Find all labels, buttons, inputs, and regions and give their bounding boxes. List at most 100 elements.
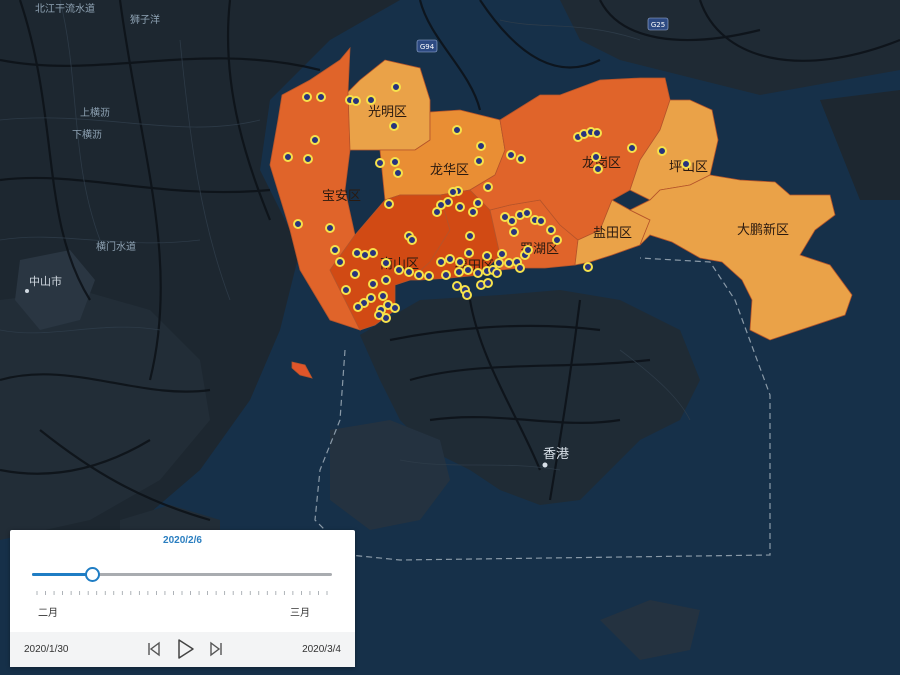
case-point[interactable] — [473, 268, 483, 278]
case-point[interactable] — [593, 164, 603, 174]
timeline-ticks — [36, 591, 328, 595]
case-point[interactable] — [389, 121, 399, 131]
timeline-month-mar: 三月 — [290, 608, 310, 619]
case-point[interactable] — [330, 245, 340, 255]
case-point[interactable] — [375, 158, 385, 168]
case-point[interactable] — [353, 302, 363, 312]
case-point[interactable] — [350, 269, 360, 279]
case-point[interactable] — [351, 96, 361, 106]
case-point[interactable] — [316, 92, 326, 102]
step-back-icon — [148, 641, 160, 657]
timeline-handle[interactable] — [85, 567, 100, 582]
case-point[interactable] — [476, 141, 486, 151]
label-shiziyang: 狮子洋 — [130, 13, 160, 26]
case-point[interactable] — [483, 182, 493, 192]
step-back-button[interactable] — [142, 638, 164, 660]
timeline-month-feb: 二月 — [38, 608, 58, 619]
play-button[interactable] — [174, 638, 196, 660]
case-point[interactable] — [492, 268, 502, 278]
case-point[interactable] — [366, 95, 376, 105]
case-point[interactable] — [657, 146, 667, 156]
case-point[interactable] — [414, 270, 424, 280]
label-beijiang: 北江干流水道 — [35, 2, 95, 15]
timeline-end-date: 2020/3/4 — [302, 644, 341, 655]
timeline-footer: 2020/1/30 2020/3/4 — [10, 632, 355, 667]
shield-g94-icon: G94 — [416, 39, 438, 53]
case-point[interactable] — [341, 285, 351, 295]
case-point[interactable] — [483, 278, 493, 288]
case-point[interactable] — [463, 265, 473, 275]
case-point[interactable] — [462, 290, 472, 300]
shield-g94-label: G94 — [420, 43, 435, 51]
case-point[interactable] — [310, 135, 320, 145]
case-point[interactable] — [455, 257, 465, 267]
case-point[interactable] — [360, 250, 370, 260]
case-point[interactable] — [283, 152, 293, 162]
case-point[interactable] — [506, 150, 516, 160]
case-point[interactable] — [522, 208, 532, 218]
case-point[interactable] — [474, 156, 484, 166]
case-point[interactable] — [384, 199, 394, 209]
case-point[interactable] — [523, 245, 533, 255]
case-point[interactable] — [452, 281, 462, 291]
case-point[interactable] — [546, 225, 556, 235]
case-point[interactable] — [464, 248, 474, 258]
case-point[interactable] — [404, 267, 414, 277]
case-point[interactable] — [436, 257, 446, 267]
case-point[interactable] — [473, 198, 483, 208]
case-point[interactable] — [454, 267, 464, 277]
case-point[interactable] — [378, 291, 388, 301]
case-point[interactable] — [381, 275, 391, 285]
case-point[interactable] — [592, 128, 602, 138]
case-point[interactable] — [452, 125, 462, 135]
case-point[interactable] — [374, 310, 384, 320]
case-point[interactable] — [504, 258, 514, 268]
case-point[interactable] — [441, 270, 451, 280]
case-point[interactable] — [302, 92, 312, 102]
case-point[interactable] — [497, 249, 507, 259]
case-point[interactable] — [445, 254, 455, 264]
shield-g25-icon: G25 — [647, 17, 669, 31]
case-point[interactable] — [516, 154, 526, 164]
case-point[interactable] — [482, 251, 492, 261]
label-guangming: 光明区 — [368, 105, 407, 120]
label-longhua: 龙华区 — [430, 163, 469, 178]
case-point[interactable] — [465, 231, 475, 241]
case-point[interactable] — [552, 235, 562, 245]
case-point[interactable] — [381, 258, 391, 268]
case-point[interactable] — [394, 265, 404, 275]
case-point[interactable] — [455, 202, 465, 212]
case-point[interactable] — [507, 216, 517, 226]
case-point[interactable] — [293, 219, 303, 229]
case-point[interactable] — [368, 279, 378, 289]
label-hengmen: 横门水道 — [96, 240, 136, 253]
case-point[interactable] — [432, 207, 442, 217]
case-point[interactable] — [468, 207, 478, 217]
case-point[interactable] — [335, 257, 345, 267]
case-point[interactable] — [509, 227, 519, 237]
timeline-progress-fill — [32, 573, 92, 576]
case-point[interactable] — [681, 159, 691, 169]
case-point[interactable] — [407, 235, 417, 245]
case-point[interactable] — [627, 143, 637, 153]
case-point[interactable] — [583, 262, 593, 272]
label-yantian: 盐田区 — [593, 226, 632, 241]
case-point[interactable] — [325, 223, 335, 233]
case-point[interactable] — [390, 303, 400, 313]
case-point[interactable] — [424, 271, 434, 281]
case-point[interactable] — [448, 187, 458, 197]
case-point[interactable] — [393, 168, 403, 178]
case-point[interactable] — [368, 248, 378, 258]
step-forward-button[interactable] — [206, 638, 228, 660]
case-point[interactable] — [536, 216, 546, 226]
case-point[interactable] — [591, 152, 601, 162]
case-point[interactable] — [391, 82, 401, 92]
play-icon — [178, 639, 194, 659]
case-point[interactable] — [494, 258, 504, 268]
case-point[interactable] — [390, 157, 400, 167]
case-point[interactable] — [515, 263, 525, 273]
label-zhongshan: 中山市 — [29, 274, 62, 288]
timeline-track[interactable] — [32, 573, 332, 576]
case-point[interactable] — [303, 154, 313, 164]
case-point[interactable] — [352, 248, 362, 258]
